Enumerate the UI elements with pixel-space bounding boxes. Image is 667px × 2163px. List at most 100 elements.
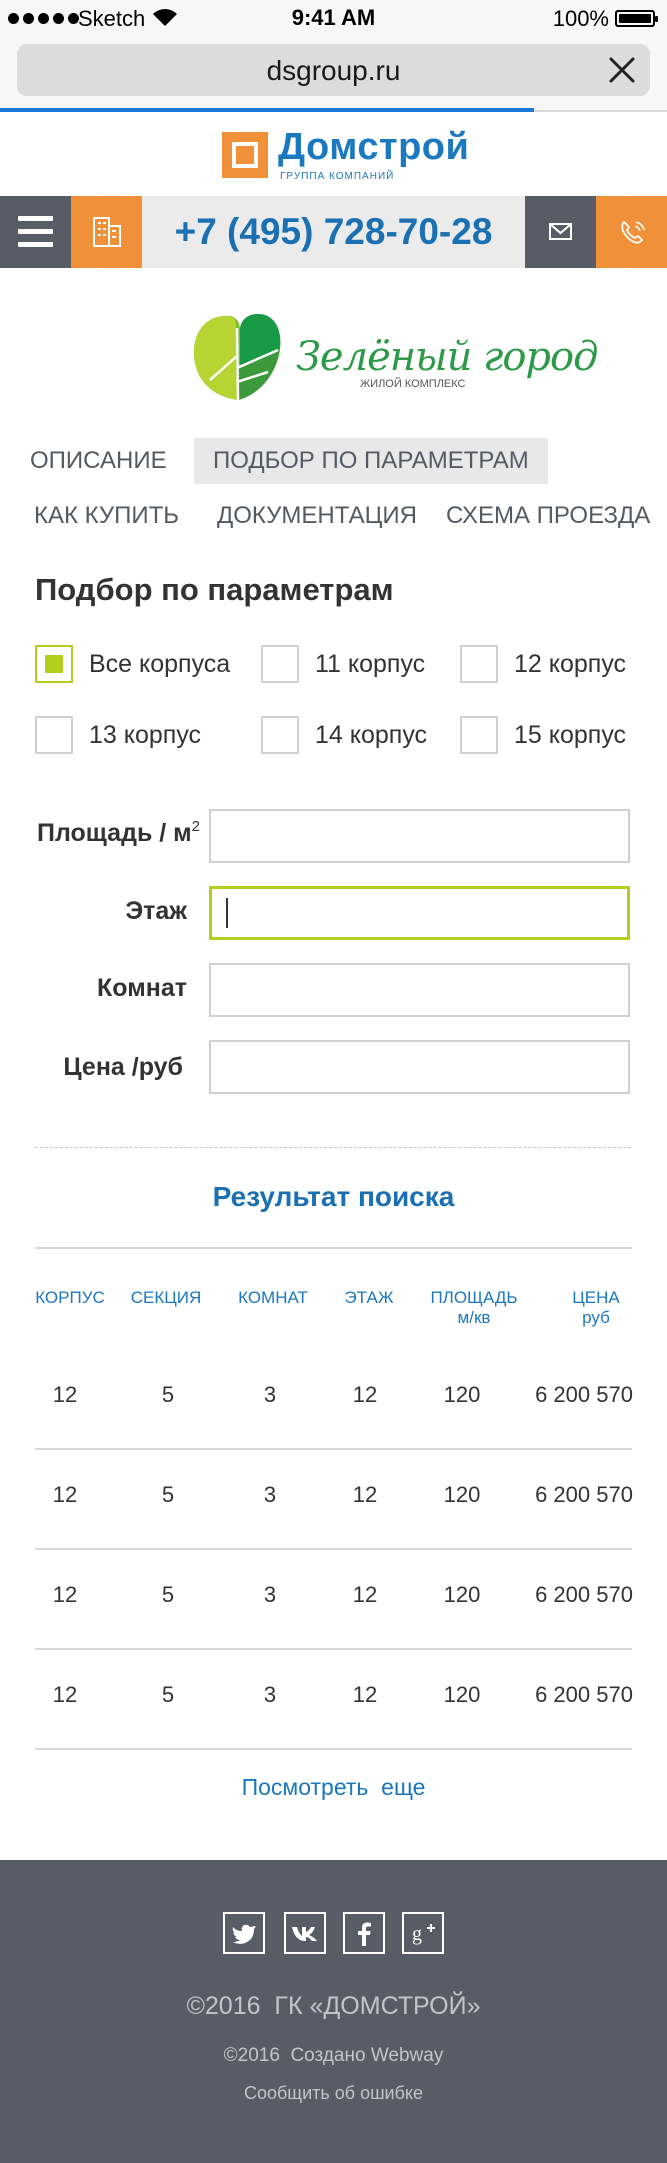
table-row-divider	[35, 1548, 632, 1550]
url-text[interactable]: dsgroup.ru	[17, 55, 650, 87]
tab-directions[interactable]: СХЕМА ПРОЕЗДА	[436, 493, 660, 539]
text-cursor	[226, 898, 228, 928]
twitter-link[interactable]	[223, 1912, 265, 1954]
column-header-building[interactable]: КОРПУС	[30, 1288, 110, 1308]
envelope-icon	[549, 223, 572, 240]
twitter-icon	[232, 1924, 256, 1944]
rooms-input[interactable]	[209, 963, 630, 1017]
checkbox-box[interactable]	[460, 645, 498, 683]
divider	[35, 1147, 631, 1148]
project-name: Зелёный город	[296, 334, 598, 380]
table-cell-building: 12	[52, 1482, 78, 1507]
facebook-link[interactable]	[343, 1912, 385, 1954]
checkbox-box[interactable]	[35, 716, 73, 754]
call-button[interactable]	[596, 196, 667, 268]
table-cell-building: 12	[52, 1382, 78, 1407]
address-bar[interactable]: dsgroup.ru	[17, 44, 650, 96]
column-header-floor[interactable]: ЭТАЖ	[334, 1288, 404, 1308]
battery-icon	[615, 10, 658, 27]
show-more-link[interactable]: Посмотреть еще	[0, 1774, 667, 1801]
table-cell-area: 120	[443, 1382, 481, 1407]
table-cell-rooms: 3	[263, 1482, 277, 1507]
table-cell-rooms: 3	[263, 1382, 277, 1407]
table-cell-floor: 12	[352, 1582, 378, 1607]
logo-subtitle: ГРУППА КОМПАНИЙ	[280, 171, 395, 182]
checkbox-building-12[interactable]: 12 корпус	[460, 645, 626, 683]
filter-title: Подбор по параметрам	[35, 572, 394, 607]
column-header-section[interactable]: СЕКЦИЯ	[126, 1288, 206, 1308]
status-bar: Sketch 9:41 AM 100%	[0, 0, 667, 36]
checkbox-label: 13 корпус	[89, 720, 202, 749]
table-cell-section: 5	[161, 1682, 175, 1707]
table-top-rule	[35, 1247, 632, 1249]
checkbox-building-14[interactable]: 14 корпус	[261, 716, 427, 754]
tab-how-to-buy[interactable]: КАК КУПИТЬ	[24, 493, 189, 539]
price-input[interactable]	[209, 1040, 630, 1094]
column-header-price[interactable]: ЦЕНА руб	[550, 1288, 642, 1328]
browser-toolbar: dsgroup.ru	[0, 36, 667, 112]
column-header-rooms[interactable]: КОМНАТ	[232, 1288, 314, 1308]
domstroy-logo[interactable]: Домстрой ГРУППА КОМПАНИЙ	[222, 126, 469, 184]
checkbox-box[interactable]	[261, 645, 299, 683]
copyright: ©2016 ГК «ДОМСТРОЙ»	[186, 1992, 481, 2020]
table-row-divider	[35, 1748, 632, 1750]
table-cell-rooms: 3	[263, 1682, 277, 1707]
building-button[interactable]	[71, 196, 142, 268]
table-row-divider	[35, 1648, 632, 1650]
vk-link[interactable]	[284, 1912, 326, 1954]
table-cell-area: 120	[443, 1482, 481, 1507]
tab-parameter-search[interactable]: ПОДБОР ПО ПАРАМЕТРАМ	[194, 438, 548, 484]
table-cell-floor: 12	[352, 1482, 378, 1507]
column-header-area[interactable]: ПЛОЩАДЬ м/кв	[418, 1288, 530, 1328]
table-cell-area: 120	[443, 1582, 481, 1607]
menu-button[interactable]	[0, 196, 71, 268]
results-title: Результат поиска	[212, 1181, 455, 1212]
project-subtitle: ЖИЛОЙ КОМПЛЕКС	[360, 378, 466, 390]
phone-icon	[621, 221, 645, 244]
floor-input[interactable]	[209, 886, 630, 940]
table-cell-section: 5	[161, 1482, 175, 1507]
table-cell-floor: 12	[352, 1382, 378, 1407]
checkbox-building-15[interactable]: 15 корпус	[460, 716, 626, 754]
tab-documentation[interactable]: ДОКУМЕНТАЦИЯ	[207, 493, 427, 539]
checkbox-building-13[interactable]: 13 корпус	[35, 716, 201, 754]
checkbox-box[interactable]	[460, 716, 498, 754]
tab-description[interactable]: ОПИСАНИЕ	[20, 438, 177, 484]
logo-mark-icon	[222, 132, 268, 178]
phone-number-link[interactable]: +7 (495) 728-70-28	[142, 196, 525, 268]
site-header: Домстрой ГРУППА КОМПАНИЙ	[0, 112, 667, 196]
battery-percentage: 100%	[552, 6, 609, 31]
table-cell-price: 6 200 570	[535, 1582, 633, 1607]
table-cell-price: 6 200 570	[535, 1382, 633, 1407]
checkbox-label: Все корпуса	[89, 649, 231, 678]
table-cell-building: 12	[52, 1582, 78, 1607]
report-error-link[interactable]: Сообщить об ошибке	[0, 2083, 667, 2104]
logo-name: Домстрой	[278, 126, 470, 168]
area-label: Площадь / м2	[36, 818, 200, 847]
table-cell-section: 5	[161, 1382, 175, 1407]
mail-button[interactable]	[525, 196, 596, 268]
checkbox-label: 12 корпус	[514, 649, 627, 678]
area-input[interactable]	[209, 809, 630, 863]
developer-credit: ©2016 Создано Webway	[223, 2045, 444, 2066]
svg-text:g: g	[412, 1923, 422, 1945]
google-plus-link[interactable]: g	[402, 1912, 444, 1954]
checkbox-label: 11 корпус	[315, 649, 426, 678]
table-row-divider	[35, 1448, 632, 1450]
table-cell-floor: 12	[352, 1682, 378, 1707]
facebook-icon	[358, 1922, 371, 1946]
close-icon[interactable]	[608, 56, 636, 84]
checkbox-box[interactable]	[35, 645, 73, 683]
table-cell-price: 6 200 570	[535, 1682, 633, 1707]
checkbox-label: 15 корпус	[514, 720, 627, 749]
contact-strip: +7 (495) 728-70-28	[0, 196, 667, 268]
checkbox-building-11[interactable]: 11 корпус	[261, 645, 425, 683]
checkbox-box[interactable]	[261, 716, 299, 754]
floor-label: Этаж	[125, 897, 187, 925]
project-logo: Зелёный город ЖИЛОЙ КОМПЛЕКС	[190, 308, 598, 404]
site-footer: g ©2016 ГК «ДОМСТРОЙ» ©2016 Создано Webw…	[0, 1860, 667, 2163]
checkbox-all-buildings[interactable]: Все корпуса	[35, 645, 230, 683]
table-cell-area: 120	[443, 1682, 481, 1707]
table-cell-rooms: 3	[263, 1582, 277, 1607]
table-cell-building: 12	[52, 1682, 78, 1707]
